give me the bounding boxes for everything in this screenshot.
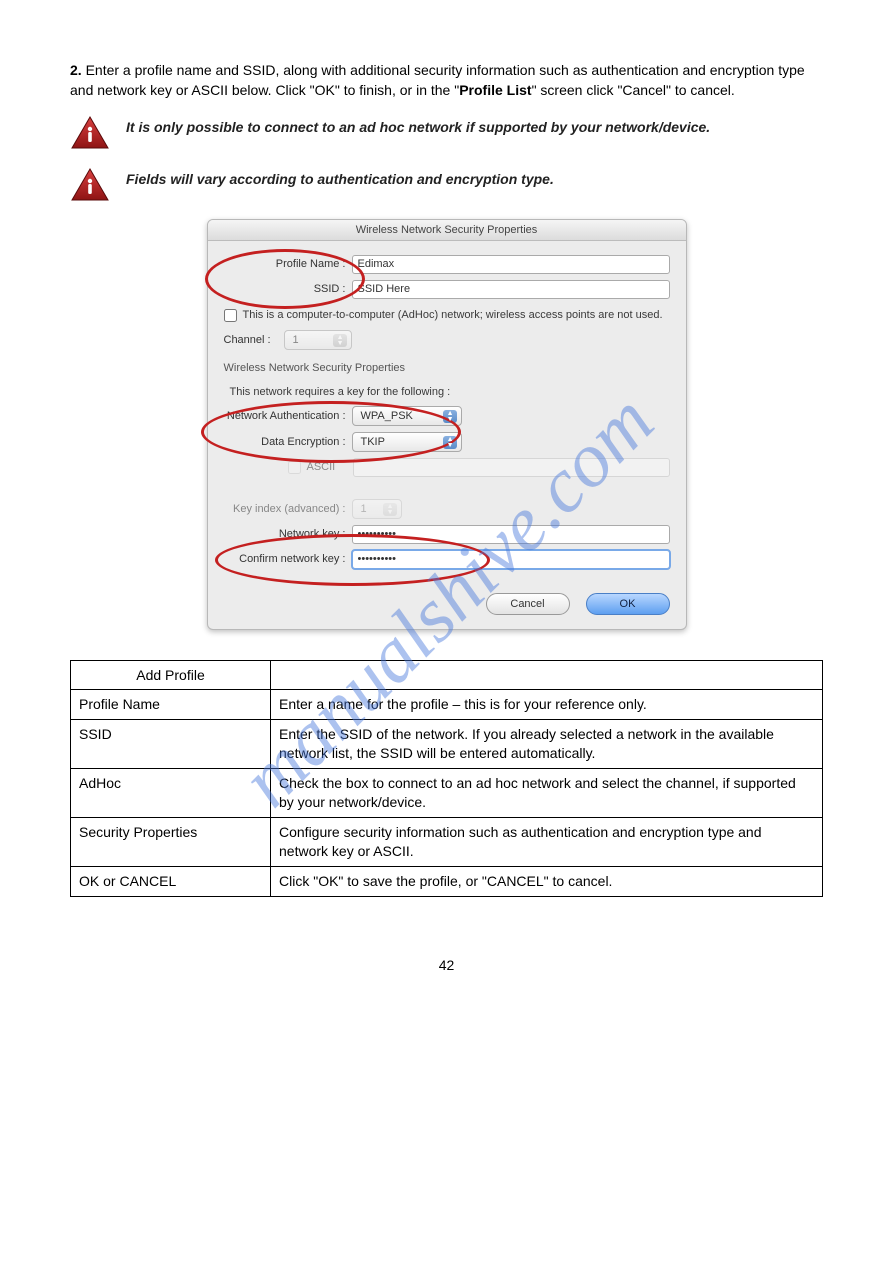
- label-profile-name: Profile Name :: [224, 258, 352, 270]
- label-auth: Network Authentication :: [224, 410, 352, 422]
- table-header: [271, 660, 823, 690]
- profile-name-input[interactable]: [352, 255, 670, 274]
- warning-icon: [70, 115, 118, 151]
- label-key-index: Key index (advanced) :: [224, 503, 352, 515]
- label-ascii: ASCII: [307, 461, 353, 473]
- table-row: Security PropertiesConfigure security in…: [71, 817, 823, 866]
- dialog-title: Wireless Network Security Properties: [208, 220, 686, 241]
- table-row: Profile NameEnter a name for the profile…: [71, 690, 823, 720]
- table-row: Add Profile: [71, 660, 823, 690]
- key-index-select: 1 ▲▼: [352, 499, 402, 519]
- dialog-screenshot: Wireless Network Security Properties Pro…: [207, 219, 687, 630]
- label-enc: Data Encryption :: [224, 436, 352, 448]
- table-header: Add Profile: [71, 660, 271, 690]
- label-adhoc: This is a computer-to-computer (AdHoc) n…: [243, 309, 663, 321]
- auth-select[interactable]: WPA_PSK ▲▼: [352, 406, 462, 426]
- label-confirm-key: Confirm network key :: [224, 553, 352, 565]
- enc-select[interactable]: TKIP ▲▼: [352, 432, 462, 452]
- table-row: AdHocCheck the box to connect to an ad h…: [71, 769, 823, 818]
- ascii-input: [353, 458, 670, 477]
- ok-button[interactable]: OK: [586, 593, 670, 615]
- label-requires: This network requires a key for the foll…: [230, 386, 670, 398]
- confirm-key-input[interactable]: [352, 550, 670, 569]
- note-1-text: It is only possible to connect to an ad …: [126, 115, 823, 137]
- label-channel: Channel :: [224, 334, 284, 346]
- ssid-input[interactable]: [352, 280, 670, 299]
- warning-icon: [70, 167, 118, 203]
- step-number: 2.: [70, 62, 82, 78]
- adhoc-checkbox[interactable]: [224, 309, 237, 322]
- table-row: SSIDEnter the SSID of the network. If yo…: [71, 720, 823, 769]
- page-number: 42: [70, 957, 823, 973]
- channel-select[interactable]: 1 ▲▼: [284, 330, 352, 350]
- table-row: OK or CANCELClick "OK" to save the profi…: [71, 866, 823, 896]
- cancel-button[interactable]: Cancel: [486, 593, 570, 615]
- step-paragraph: 2. Enter a profile name and SSID, along …: [70, 60, 823, 101]
- info-table: Add Profile Profile NameEnter a name for…: [70, 660, 823, 897]
- note-1: It is only possible to connect to an ad …: [70, 115, 823, 151]
- step-text-b: " screen click "Cancel" to cancel.: [532, 82, 735, 98]
- note-2-text: Fields will vary according to authentica…: [126, 167, 823, 189]
- section-title: Wireless Network Security Properties: [224, 362, 670, 374]
- note-2: Fields will vary according to authentica…: [70, 167, 823, 203]
- ascii-checkbox: [288, 461, 301, 474]
- label-ssid: SSID :: [224, 283, 352, 295]
- network-key-input[interactable]: [352, 525, 670, 544]
- profile-list-bold: Profile List: [459, 82, 531, 98]
- label-net-key: Network key :: [224, 528, 352, 540]
